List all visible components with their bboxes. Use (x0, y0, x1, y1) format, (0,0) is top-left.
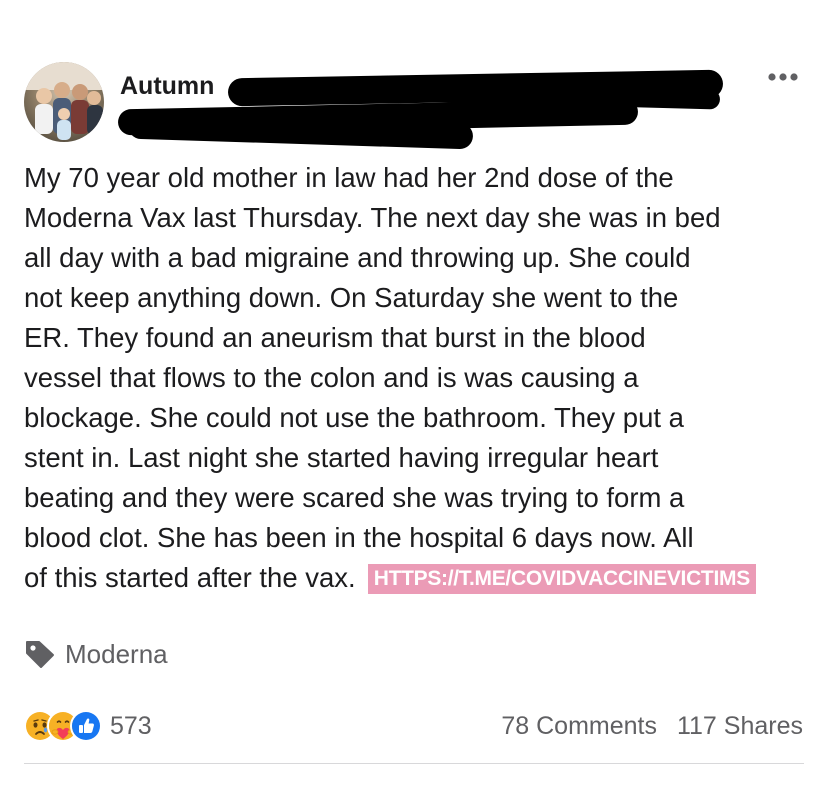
reactions-summary[interactable]: 573 (24, 706, 152, 746)
shares-count[interactable]: 117 Shares (677, 712, 803, 741)
post-tag[interactable]: Moderna (24, 636, 168, 672)
post-text-line: vessel that flows to the colon and is wa… (24, 362, 639, 393)
reactions-count: 573 (110, 711, 152, 740)
post-text-line: stent in. Last night she started having … (24, 442, 659, 473)
more-horizontal-icon (768, 73, 798, 81)
like-reaction-icon (70, 710, 102, 742)
post-text-line-last: of this started after the vax. HTTPS://T.… (24, 558, 824, 598)
watermark-link: HTTPS://T.ME/COVIDVACCINEVICTIMS (367, 564, 756, 594)
post-text-line: blood clot. She has been in the hospital… (24, 522, 694, 553)
post-text-line: of this started after the vax. (24, 562, 356, 593)
tag-icon (26, 641, 54, 668)
post-text-line: My 70 year old mother in law had her 2nd… (24, 162, 674, 193)
post-text-line: Moderna Vax last Thursday. The next day … (24, 202, 721, 233)
more-options-button[interactable] (763, 60, 803, 94)
post-text-line: beating and they were scared she was try… (24, 482, 685, 513)
author-avatar[interactable] (24, 62, 104, 142)
post-text-line: blockage. She could not use the bathroom… (24, 402, 684, 433)
post-text-line: ER. They found an aneurism that burst in… (24, 322, 646, 353)
post-text: My 70 year old mother in law had her 2nd… (24, 158, 824, 598)
tag-label: Moderna (65, 638, 168, 669)
author-name[interactable]: Autumn (120, 72, 214, 101)
post-text-line: all day with a bad migraine and throwing… (24, 242, 691, 273)
comments-count[interactable]: 78 Comments (501, 712, 657, 741)
divider (24, 763, 804, 764)
engagement-stats: 78 Comments 117 Shares (501, 706, 803, 746)
post-text-line: not keep anything down. On Saturday she … (24, 282, 679, 313)
